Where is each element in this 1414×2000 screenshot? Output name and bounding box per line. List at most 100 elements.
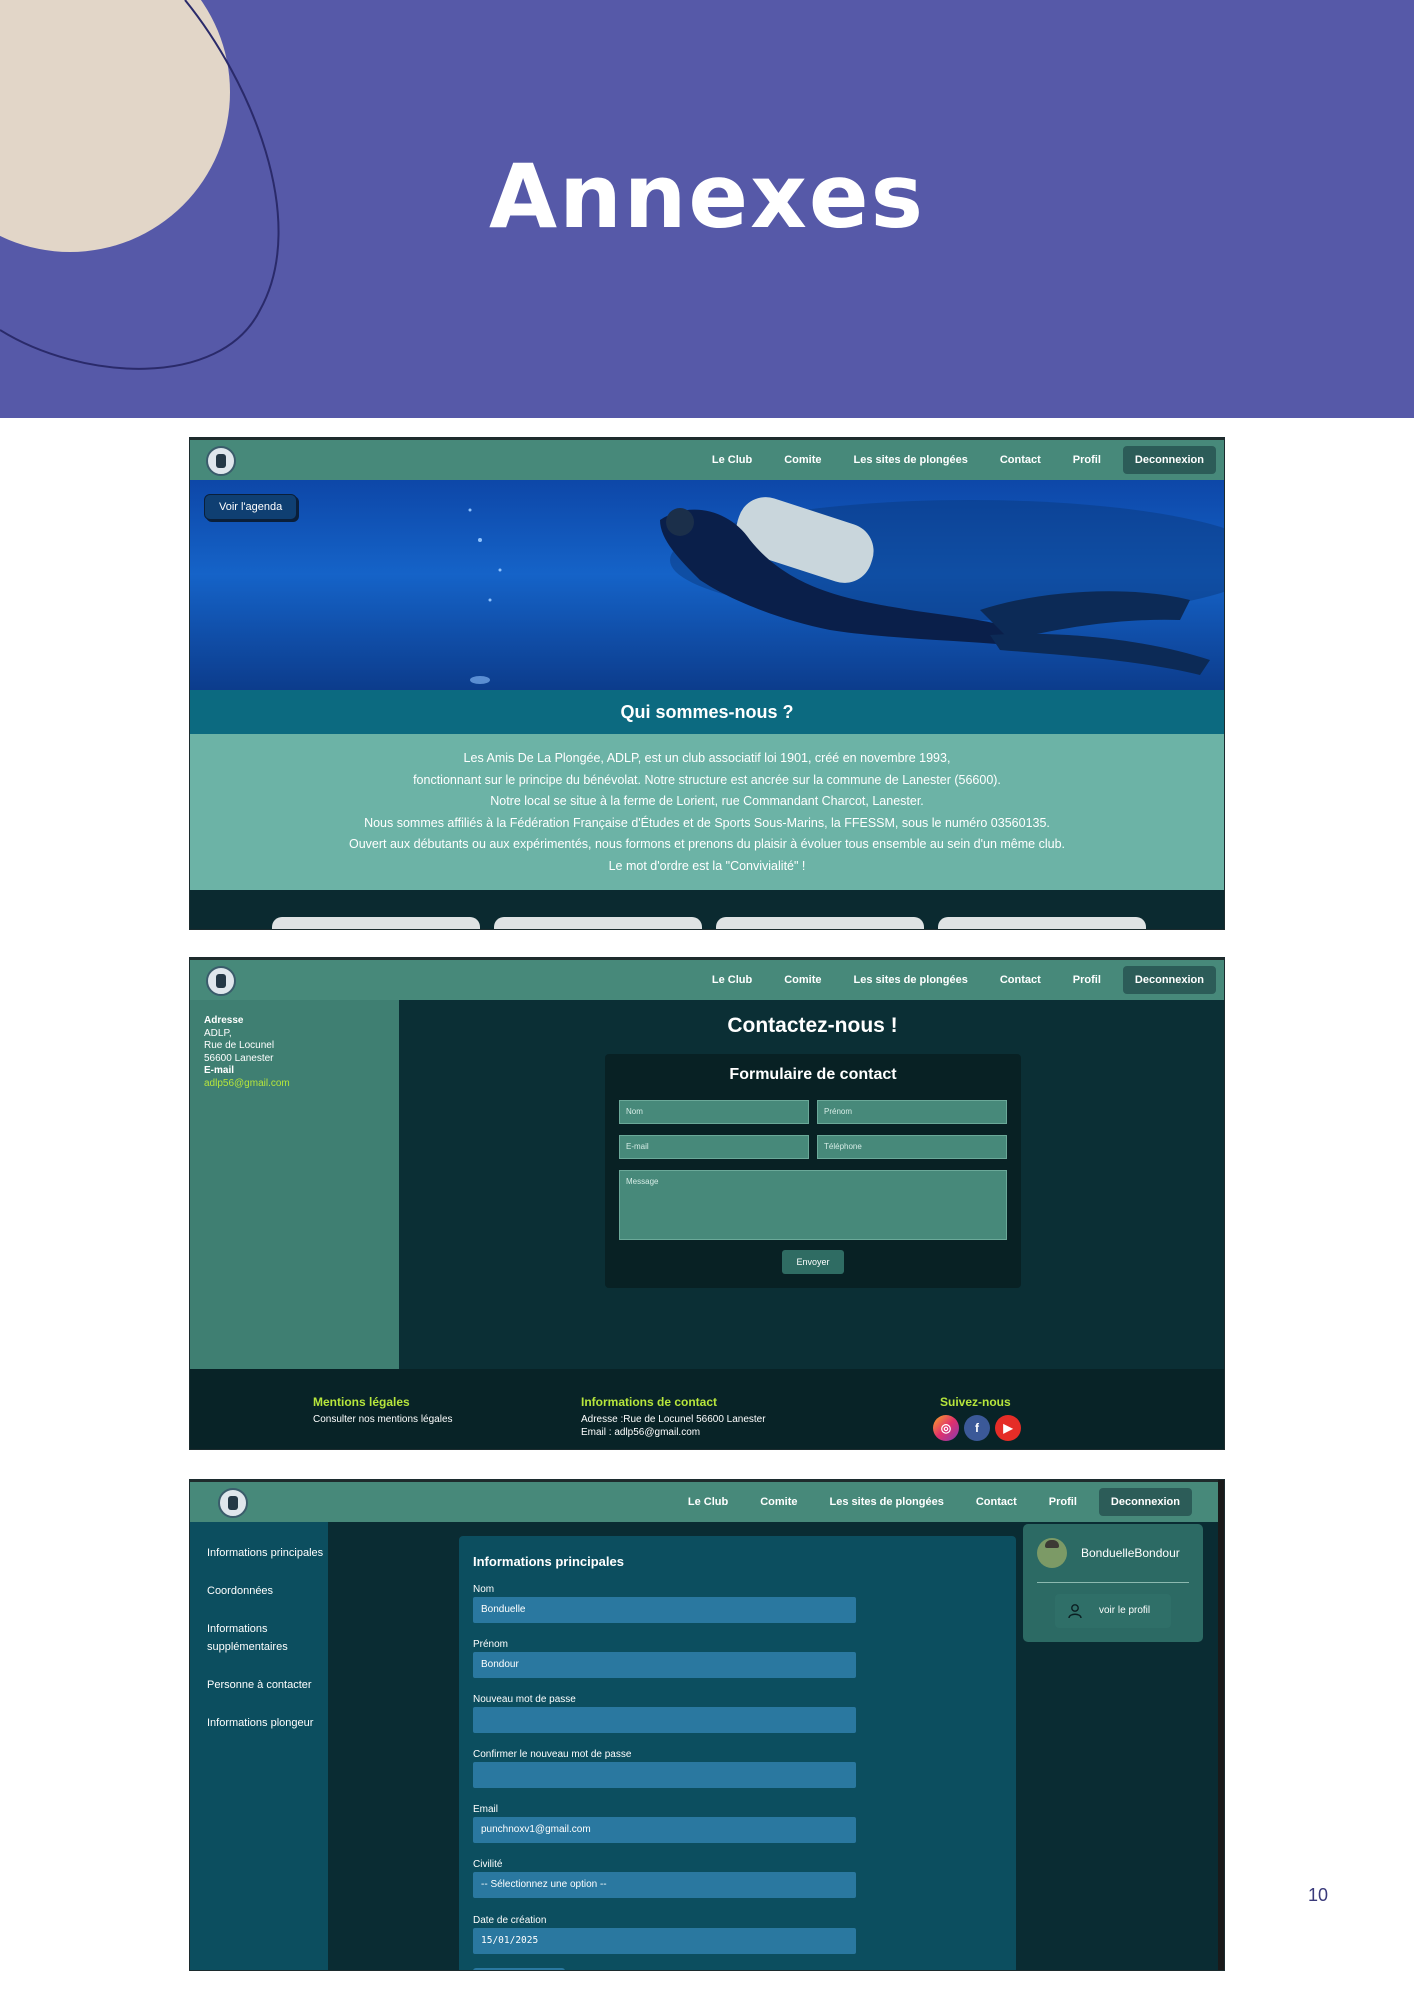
contact-form: Formulaire de contact Nom Prénom E-mail …	[605, 1054, 1021, 1288]
page-number: 10	[1308, 1885, 1329, 1905]
send-button[interactable]: Envoyer	[782, 1250, 844, 1274]
confirm-password-label: Confirmer le nouveau mot de passe	[473, 1749, 632, 1760]
address-line: ADLP,	[204, 1027, 232, 1039]
card[interactable]	[716, 917, 924, 929]
footer-address: Adresse :Rue de Locunel 56600 Lanester	[581, 1414, 766, 1425]
footer: Mentions légales Consulter nos mentions …	[190, 1369, 1224, 1449]
nav-contact[interactable]: Contact	[960, 1496, 1033, 1508]
about-line: fonctionnant sur le principe du bénévola…	[413, 772, 1001, 787]
about-line: Ouvert aux débutants ou aux expérimentés…	[349, 837, 1065, 851]
address-line: Rue de Locunel	[204, 1040, 275, 1051]
about-line: Le mot d'ordre est la "Convivialité" !	[608, 858, 806, 873]
about-paragraph: Les Amis De La Plongée, ADLP, est un clu…	[190, 734, 1224, 890]
nav-comite[interactable]: Comite	[768, 974, 837, 986]
submit-button[interactable]	[473, 1968, 565, 1970]
about-line: Nous sommes affiliés à la Fédération Fra…	[364, 815, 1050, 830]
profile-dropdown: BonduelleBondour voir le profil	[1023, 1524, 1203, 1642]
card[interactable]	[938, 917, 1146, 929]
nav-sites[interactable]: Les sites de plongées	[838, 974, 984, 986]
navbar: Le Club Comite Les sites de plongées Con…	[190, 958, 1224, 1000]
view-profile-label: voir le profil	[1099, 1605, 1151, 1616]
club-logo-icon[interactable]	[218, 1488, 248, 1518]
avatar	[1037, 1538, 1067, 1568]
new-password-input[interactable]	[473, 1707, 856, 1733]
user-icon	[1068, 1604, 1082, 1619]
about-line: Les Amis De La Plongée, ADLP, est un clu…	[463, 751, 951, 765]
instagram-icon[interactable]: ◎	[933, 1415, 959, 1441]
civilite-select[interactable]: -- Sélectionnez une option --	[473, 1872, 856, 1898]
facebook-icon[interactable]: f	[964, 1415, 990, 1441]
logout-button[interactable]: Deconnexion	[1098, 1488, 1192, 1516]
nom-label: Nom	[473, 1584, 495, 1595]
email-input[interactable]: punchnoxv1@gmail.com	[473, 1817, 856, 1843]
nav-profil[interactable]: Profil	[1057, 974, 1117, 986]
youtube-icon[interactable]: ▶	[995, 1415, 1021, 1441]
civilite-label: Civilité	[473, 1859, 503, 1870]
prenom-input[interactable]: Bondour	[473, 1652, 856, 1678]
address-sidebar: Adresse ADLP, Rue de Locunel 56600 Lanes…	[190, 1000, 399, 1369]
logout-button[interactable]: Deconnexion	[1122, 446, 1216, 474]
prenom-field[interactable]: Prénom	[817, 1100, 1007, 1124]
annexes-banner: Annexes	[0, 0, 1414, 418]
agenda-button[interactable]: Voir l'agenda	[204, 494, 298, 520]
telephone-field[interactable]: Téléphone	[817, 1135, 1007, 1159]
confirm-password-input[interactable]	[473, 1762, 856, 1788]
club-logo-icon[interactable]	[206, 446, 236, 476]
card[interactable]	[494, 917, 702, 929]
card-row	[190, 890, 1224, 929]
message-field[interactable]: Message	[619, 1170, 1007, 1240]
diver-illustration	[468, 497, 1224, 684]
nav-comite[interactable]: Comite	[744, 1496, 813, 1508]
nav-profil[interactable]: Profil	[1057, 454, 1117, 466]
sidebar-item-informations-plongeur[interactable]: Informations plongeur	[207, 1714, 328, 1732]
sidebar-item-informations-principales[interactable]: Informations principales	[207, 1544, 328, 1562]
sidebar-item-informations-supplementaires[interactable]: Informations supplémentaires	[207, 1620, 328, 1656]
email-label: Email	[473, 1804, 499, 1815]
card[interactable]	[272, 917, 480, 929]
view-profile-button[interactable]: voir le profil	[1055, 1594, 1171, 1628]
sidebar-item-personne-a-contacter[interactable]: Personne à contacter	[207, 1676, 328, 1694]
email-link[interactable]: adlp56@gmail.com	[204, 1078, 399, 1091]
nav-le-club[interactable]: Le Club	[672, 1496, 744, 1508]
form-title: Formulaire de contact	[729, 1066, 897, 1083]
sidebar-item-coordonnees[interactable]: Coordonnées	[207, 1582, 328, 1600]
nav-contact[interactable]: Contact	[984, 454, 1057, 466]
profile-form: Informations principales Nom Bonduelle P…	[459, 1536, 1016, 1970]
nav-sites[interactable]: Les sites de plongées	[814, 1496, 960, 1508]
new-password-label: Nouveau mot de passe	[473, 1694, 576, 1705]
section-title: Qui sommes-nous ?	[190, 690, 1224, 734]
email-field[interactable]: E-mail	[619, 1135, 809, 1159]
nom-field[interactable]: Nom	[619, 1100, 809, 1124]
nom-input[interactable]: Bonduelle	[473, 1597, 856, 1623]
nav-comite[interactable]: Comite	[768, 454, 837, 466]
footer-email: Email : adlp56@gmail.com	[581, 1427, 701, 1438]
logout-button[interactable]: Deconnexion	[1122, 966, 1216, 994]
date-label: Date de création	[473, 1915, 547, 1926]
contact-info-title: Informations de contact	[581, 1395, 718, 1409]
profile-sidebar: Informations principales Coordonnées Inf…	[190, 1522, 328, 1970]
navbar: Le Club Comite Les sites de plongées Con…	[190, 438, 1224, 480]
contact-screenshot: Le Club Comite Les sites de plongées Con…	[189, 957, 1225, 1450]
nav-le-club[interactable]: Le Club	[696, 974, 768, 986]
about-line: Notre local se situe à la ferme de Lorie…	[490, 794, 924, 808]
contact-title: Contactez-nous !	[727, 1014, 898, 1037]
address-line: 56600 Lanester	[204, 1052, 274, 1064]
home-screenshot: Le Club Comite Les sites de plongées Con…	[189, 437, 1225, 930]
legal-title: Mentions légales	[313, 1395, 410, 1409]
navbar: Le Club Comite Les sites de plongées Con…	[190, 1480, 1224, 1522]
nav-le-club[interactable]: Le Club	[696, 454, 768, 466]
club-logo-icon[interactable]	[206, 966, 236, 996]
divider	[1037, 1582, 1189, 1583]
legal-link[interactable]: Consulter nos mentions légales	[313, 1413, 453, 1426]
scrollbar[interactable]	[1218, 1480, 1224, 1970]
date-input[interactable]: 15/01/2025	[473, 1928, 856, 1954]
prenom-label: Prénom	[473, 1639, 509, 1650]
nav-sites[interactable]: Les sites de plongées	[838, 454, 984, 466]
address-label: Adresse	[204, 1015, 244, 1026]
banner-title: Annexes	[489, 145, 925, 248]
email-label: E-mail	[204, 1065, 235, 1076]
form-section-title: Informations principales	[473, 1554, 624, 1569]
nav-profil[interactable]: Profil	[1033, 1496, 1093, 1508]
slide: Annexes Le Club Comite Les sites de plon…	[0, 0, 1414, 2000]
nav-contact[interactable]: Contact	[984, 974, 1057, 986]
